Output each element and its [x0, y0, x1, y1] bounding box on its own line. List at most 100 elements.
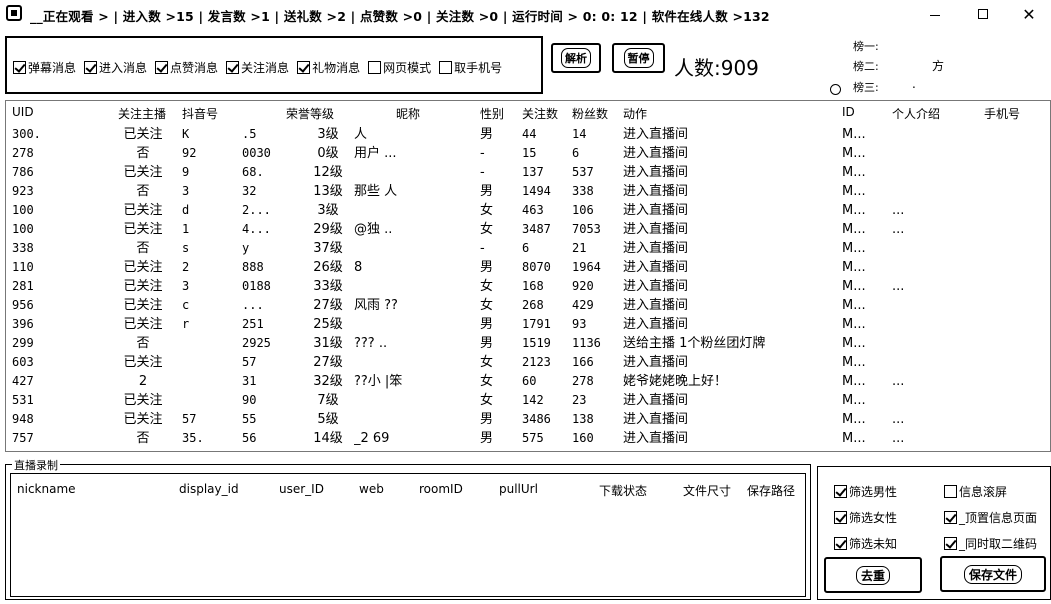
option-checkbox-3[interactable]: 关注消息: [226, 59, 289, 76]
record-column-0[interactable]: nickname: [17, 482, 76, 496]
table-row[interactable]: 923 否 3 32 13级 那些 人 男 1494 338 进入直播间 M...: [6, 183, 1050, 202]
column-header-9[interactable]: ID: [842, 105, 855, 119]
filter-checkbox-right-1[interactable]: _顶置信息页面: [944, 509, 1037, 526]
table-row[interactable]: 956 已关注 c... 27级 风雨 ?? 女 268 429 进入直播间 M...: [6, 297, 1050, 316]
record-column-7[interactable]: 文件尺寸: [683, 482, 731, 499]
checkbox-box[interactable]: [439, 61, 453, 74]
table-cell: 已关注: [123, 412, 163, 427]
option-checkbox-5[interactable]: 网页模式: [368, 59, 431, 76]
table-cell: 8070: [522, 260, 551, 274]
option-checkbox-0[interactable]: 弹幕消息: [13, 59, 76, 76]
table-cell: 56: [242, 431, 257, 445]
filter-checkbox-left-0[interactable]: 筛选男性: [834, 483, 897, 500]
table-row[interactable]: 948 已关注 57 55 5级 男 3486 138 进入直播间 M......: [6, 411, 1050, 430]
record-column-5[interactable]: pullUrl: [499, 482, 538, 496]
checkbox-box[interactable]: [944, 537, 957, 550]
table-cell: -: [480, 241, 485, 256]
table-row[interactable]: 299 否 2925 31级 ??? .. 男 1519 1136 送给主播 1个粉丝团灯牌 M.…: [6, 335, 1050, 354]
checkbox-box[interactable]: [834, 537, 847, 550]
record-column-3[interactable]: web: [359, 482, 384, 496]
table-cell: 男: [480, 336, 494, 351]
maximize-button[interactable]: [960, 0, 1006, 28]
table-row[interactable]: 110 已关注 2 888 26级 8 男 8070 1964 进入直播间 M...: [6, 259, 1050, 278]
table-cell: K: [182, 127, 190, 141]
checkbox-box[interactable]: [834, 511, 847, 524]
table-cell: 用户 ...: [354, 146, 397, 161]
minimize-button[interactable]: [912, 0, 958, 28]
table-row[interactable]: 757 否 35. 56 14级 _2 69 男 575 160 进入直播间 M......: [6, 430, 1050, 449]
checkbox-box[interactable]: [944, 511, 957, 524]
column-header-7[interactable]: 粉丝数: [572, 105, 608, 122]
column-header-11[interactable]: 手机号: [984, 105, 1020, 122]
table-cell: ??小 |笨: [354, 374, 403, 389]
checkbox-box[interactable]: [13, 61, 26, 74]
filter-checkbox-right-2[interactable]: _同时取二维码: [944, 535, 1037, 552]
table-cell: 21: [572, 241, 587, 255]
table-cell: 已关注: [123, 298, 163, 313]
live-record-title: 直播录制: [12, 457, 60, 473]
checkbox-box[interactable]: [226, 61, 240, 74]
checkbox-box[interactable]: [834, 485, 847, 498]
checkbox-label: 网页模式: [383, 61, 432, 75]
save-file-button[interactable]: 保存文件: [940, 556, 1046, 592]
column-header-1[interactable]: 关注主播: [118, 105, 166, 122]
record-column-6[interactable]: 下载状态: [599, 482, 647, 499]
option-checkbox-6[interactable]: 取手机号: [439, 59, 502, 76]
column-header-4[interactable]: 昵称: [396, 105, 420, 122]
checkbox-box[interactable]: [297, 61, 311, 74]
table-row[interactable]: 100 已关注 d 2... 3级 女 463 106 进入直播间 M......: [6, 202, 1050, 221]
table-cell: 否: [136, 146, 150, 161]
table-cell: 已关注: [123, 165, 163, 180]
record-list[interactable]: nickname display_id user_ID web roomID pullUr…: [10, 473, 806, 597]
column-header-2[interactable]: 抖音号: [182, 105, 218, 122]
close-button[interactable]: ✕: [1006, 0, 1051, 28]
table-row[interactable]: 281 已关注 3 0188 33级 女 168 920 进入直播间 M......: [6, 278, 1050, 297]
column-header-6[interactable]: 关注数: [522, 105, 558, 122]
parse-button[interactable]: 解析: [551, 43, 601, 73]
table-row[interactable]: 278 否 92 0030 0级 用户 ... - 15 6 进入直播间 M...: [6, 145, 1050, 164]
table-row[interactable]: 786 已关注 9 68. 12级 - 137 537 进入直播间 M...: [6, 164, 1050, 183]
record-column-2[interactable]: user_ID: [279, 482, 324, 496]
table-cell: 进入直播间: [623, 298, 689, 313]
filter-checkbox-left-2[interactable]: 筛选未知: [834, 535, 897, 552]
checkbox-box[interactable]: [155, 61, 169, 74]
table-cell: 女: [480, 393, 494, 408]
table-row[interactable]: 396 已关注 r 251 25级 男 1791 93 进入直播间 M...: [6, 316, 1050, 335]
table-cell: 15: [522, 146, 537, 160]
checkbox-box[interactable]: [84, 61, 98, 74]
table-cell: 1: [182, 222, 190, 236]
column-header-3[interactable]: 荣誉等级: [286, 105, 334, 122]
table-cell: ...: [892, 279, 905, 294]
window-title: __正在观看 > | 进入数 >15 | 发言数 >1 | 送礼数 >2 | 点…: [30, 9, 770, 24]
table-row[interactable]: 338 否 s y 37级 - 6 21 进入直播间 M...: [6, 240, 1050, 259]
table-cell: 否: [136, 184, 150, 199]
table-cell: 956: [12, 298, 34, 312]
record-column-4[interactable]: roomID: [419, 482, 463, 496]
table-cell: 进入直播间: [623, 260, 689, 275]
table-row[interactable]: 100 已关注 1 4... 29级 @独 .. 女 3487 7053 进入直播间 M......: [6, 221, 1050, 240]
table-row[interactable]: 531 已关注 90 7级 女 142 23 进入直播间 M...: [6, 392, 1050, 411]
option-checkbox-1[interactable]: 进入消息: [84, 59, 147, 76]
record-column-1[interactable]: display_id: [179, 482, 239, 496]
table-cell: @独 ..: [354, 222, 393, 237]
record-column-8[interactable]: 保存路径: [747, 482, 795, 499]
column-header-8[interactable]: 动作: [623, 105, 647, 122]
table-row[interactable]: 427 2 31 32级 ??小 |笨 女 60 278 姥爷姥姥晚上好！ M......: [6, 373, 1050, 392]
checkbox-box[interactable]: [368, 61, 382, 74]
dedupe-button[interactable]: 去重: [824, 557, 922, 593]
column-header-5[interactable]: 性别: [480, 105, 504, 122]
column-header-0[interactable]: UID: [12, 105, 34, 119]
table-cell: 429: [572, 298, 594, 312]
table-cell: 338: [12, 241, 34, 255]
filter-checkbox-left-1[interactable]: 筛选女性: [834, 509, 897, 526]
option-checkbox-4[interactable]: 礼物消息: [297, 59, 360, 76]
radio-button[interactable]: [830, 84, 841, 95]
pause-button[interactable]: 暂停: [612, 43, 665, 73]
table-row[interactable]: 603 已关注 57 27级 女 2123 166 进入直播间 M...: [6, 354, 1050, 373]
table-row[interactable]: 300. 已关注 K .5 3级人 男 44 14 进入直播间 M...: [6, 126, 1050, 145]
filter-checkbox-right-0[interactable]: 信息滚屏: [944, 483, 1007, 500]
checkbox-box[interactable]: [944, 485, 957, 498]
column-header-10[interactable]: 个人介绍: [892, 105, 940, 122]
table-cell: 27级: [313, 355, 343, 370]
option-checkbox-2[interactable]: 点赞消息: [155, 59, 218, 76]
